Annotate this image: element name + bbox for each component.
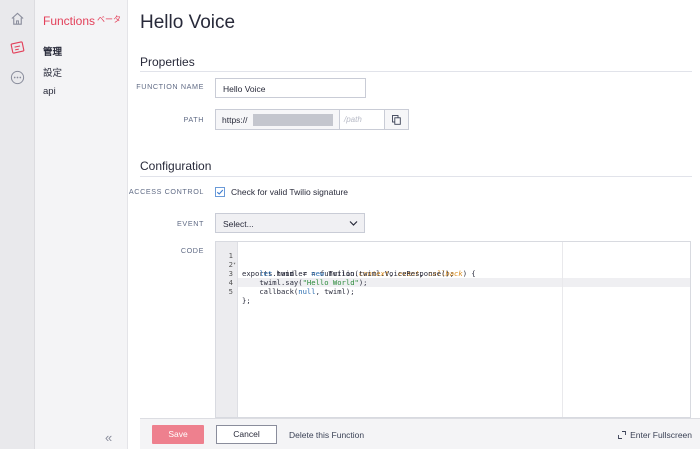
main-content: Hello Voice Properties FUNCTION NAME Hel… <box>128 0 700 449</box>
code-editor[interactable]: 1 ▾ exports.handler = function(context, … <box>215 241 691 418</box>
line-number: 5 <box>228 287 233 296</box>
functions-icon[interactable] <box>6 36 29 59</box>
sidebar-item-manage[interactable]: 管理 <box>43 44 62 58</box>
twilio-signature-checkbox[interactable] <box>215 187 225 197</box>
functions-sidebar: Functions ベータ 管理 設定 api « <box>35 0 128 449</box>
code-label: CODE <box>180 246 204 255</box>
sidebar-title-text: Functions <box>43 14 96 28</box>
copy-icon[interactable] <box>385 110 407 129</box>
code-line: 2 let twiml = new Twilio.twiml.VoiceResp… <box>216 251 454 278</box>
path-label: PATH <box>183 115 204 124</box>
cancel-button[interactable]: Cancel <box>216 425 277 444</box>
sidebar-title: Functions ベータ <box>43 14 121 28</box>
page-title: Hello Voice <box>140 12 236 33</box>
expand-icon <box>618 431 627 439</box>
code-line: 1 ▾ exports.handler = function(context, … <box>216 242 476 278</box>
divider <box>140 176 692 177</box>
action-footer: Save Cancel Delete this Function Enter F… <box>140 418 700 449</box>
path-input-group: https:// /path <box>215 109 409 130</box>
icon-rail <box>0 0 35 449</box>
event-select-value: Select... <box>223 219 254 229</box>
access-control-label: ACCESS CONTROL <box>128 187 204 196</box>
chevron-down-icon <box>349 221 358 226</box>
configuration-heading: Configuration <box>140 159 212 173</box>
save-button[interactable]: Save <box>152 425 204 444</box>
function-name-field[interactable]: Hello Voice <box>215 78 366 98</box>
path-prefix: https:// <box>222 114 248 125</box>
check-icon <box>216 189 224 195</box>
fullscreen-label: Enter Fullscreen <box>630 430 692 440</box>
divider <box>140 71 692 72</box>
fullscreen-button[interactable]: Enter Fullscreen <box>618 430 692 440</box>
sidebar-item-api[interactable]: api <box>43 86 56 97</box>
twilio-signature-label[interactable]: Check for valid Twilio signature <box>231 187 348 197</box>
delete-function-link[interactable]: Delete this Function <box>289 430 364 440</box>
path-domain-redacted <box>253 113 333 126</box>
code-line: 3 twiml.say("Hello World"); <box>216 260 368 287</box>
home-icon[interactable] <box>6 7 29 30</box>
beta-badge: ベータ <box>97 15 122 24</box>
code-line: 4 callback(null, twiml); <box>216 269 355 296</box>
event-select[interactable]: Select... <box>215 213 365 233</box>
properties-heading: Properties <box>140 55 195 69</box>
code-line: 5 }; <box>216 278 251 305</box>
collapse-icon[interactable]: « <box>105 430 112 445</box>
sidebar-item-settings[interactable]: 設定 <box>43 65 62 79</box>
print-margin <box>562 242 563 417</box>
event-label: EVENT <box>177 219 204 228</box>
more-icon[interactable] <box>6 66 29 89</box>
path-input[interactable]: /path <box>339 110 385 129</box>
function-name-label: FUNCTION NAME <box>136 82 204 91</box>
